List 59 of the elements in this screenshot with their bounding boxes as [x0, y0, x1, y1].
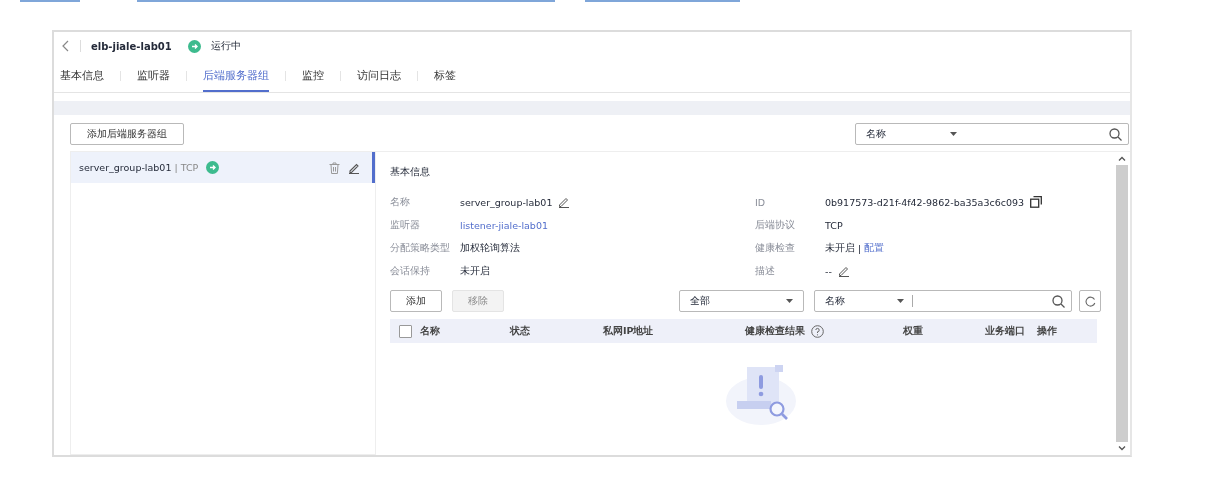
column-header: 健康检查结果 [745, 324, 805, 338]
refresh-button[interactable] [1079, 290, 1101, 312]
search-field[interactable]: 名称 [855, 123, 1129, 145]
select-all-checkbox[interactable] [399, 324, 412, 338]
caret-icon [950, 132, 957, 136]
page-title: elb-jiale-lab01 [91, 40, 172, 52]
caret-icon [897, 299, 904, 303]
status-icon [206, 161, 220, 174]
field-label: 会话保持 [390, 264, 431, 278]
column-header: 权重 [903, 324, 923, 338]
status-text: 运行中 [210, 39, 241, 53]
copy-icon[interactable] [1030, 196, 1043, 208]
field-value: TCP [825, 219, 843, 231]
field-value: 未开启 [825, 241, 855, 255]
edit-icon[interactable] [348, 161, 360, 174]
field-value: 0b917573-d21f-4f42-9862-ba35a3c6c093 [825, 196, 1025, 208]
field-label: 监听器 [390, 218, 421, 232]
tab[interactable]: 监控 [302, 60, 324, 92]
column-header: 私网IP地址 [603, 324, 654, 338]
back-icon[interactable] [62, 40, 70, 52]
separator-text: | [858, 242, 862, 254]
field-label: 描述 [755, 264, 776, 278]
field-value: 加权轮询算法 [460, 241, 520, 255]
search-icon[interactable] [1052, 294, 1065, 308]
tab[interactable]: 访问日志 [357, 60, 401, 92]
caret-icon [786, 299, 793, 303]
add-button[interactable]: 添加 [390, 290, 442, 312]
help-icon[interactable] [811, 324, 824, 338]
field-label: ID [755, 196, 767, 208]
server-group-item[interactable]: server_group-lab01 | TCP [71, 152, 375, 183]
field-value: -- [825, 265, 832, 277]
field-label: 分配策略类型 [390, 241, 451, 255]
scroll-down-icon[interactable] [1118, 446, 1126, 451]
pencil-icon[interactable] [558, 196, 571, 208]
tab[interactable]: 标签 [434, 60, 456, 92]
column-header: 业务端口 [985, 324, 1025, 338]
pencil-icon[interactable] [837, 265, 850, 277]
status-dropdown[interactable]: 全部 [679, 290, 804, 312]
configure-link[interactable]: 配置 [864, 241, 885, 255]
tab[interactable]: 基本信息 [60, 60, 104, 92]
tab[interactable]: 监听器 [137, 60, 170, 92]
group-name: server_group-lab01 | TCP [79, 162, 199, 173]
add-group-button[interactable]: 添加后端服务器组 [70, 123, 184, 145]
field-label: 健康检查 [755, 241, 796, 255]
search-field[interactable]: 名称 [814, 290, 1072, 312]
column-header: 状态 [510, 324, 530, 338]
search-icon[interactable] [1109, 127, 1122, 141]
field-label: 后端协议 [755, 218, 796, 232]
field-value: server_group-lab01 [460, 196, 553, 208]
scroll-up-icon[interactable] [1118, 156, 1126, 161]
section-title: 基本信息 [390, 166, 431, 179]
tab[interactable]: 后端服务器组 [203, 60, 269, 92]
field-label: 名称 [390, 195, 411, 209]
column-header: 名称 [420, 324, 440, 338]
refresh-icon [1084, 295, 1096, 307]
field-value: 未开启 [460, 264, 490, 278]
column-header: 操作 [1037, 324, 1057, 338]
listener-link[interactable]: listener-jiale-lab01 [460, 219, 548, 231]
trash-icon[interactable] [329, 161, 340, 174]
